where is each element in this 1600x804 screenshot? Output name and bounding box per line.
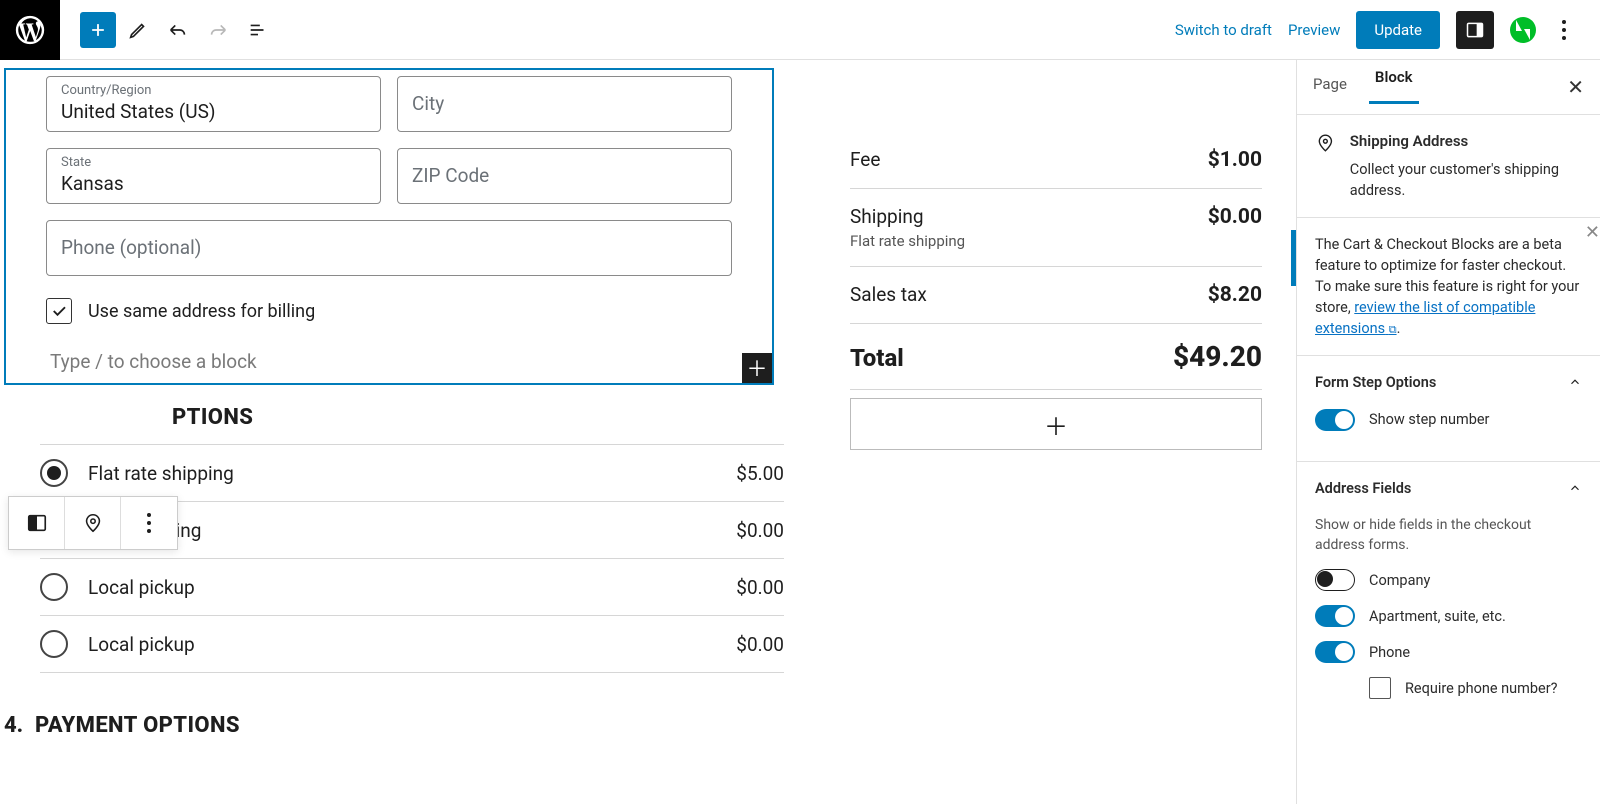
- shipping-options-heading: PTIONS: [172, 405, 784, 430]
- block-description-panel: Shipping Address Collect your customer's…: [1297, 115, 1600, 218]
- block-more-options[interactable]: [121, 497, 177, 549]
- fee-amount: $1.00: [1208, 148, 1262, 172]
- company-label: Company: [1369, 570, 1430, 591]
- zip-field[interactable]: ZIP Code: [397, 148, 732, 204]
- editor-canvas: Country/Region United States (US) City S…: [0, 60, 1296, 804]
- shipping-option-row[interactable]: Local pickup $0.00: [40, 616, 784, 673]
- inline-add-block-button[interactable]: ＋: [742, 353, 772, 383]
- same-address-checkbox[interactable]: [46, 298, 72, 324]
- shipping-option-row[interactable]: Flat rate shipping $5.00: [40, 444, 784, 502]
- show-step-number-toggle[interactable]: [1315, 409, 1355, 431]
- list-view-button[interactable]: [240, 12, 276, 48]
- total-amount: $49.20: [1173, 340, 1262, 373]
- shipping-option-price: $0.00: [736, 633, 784, 656]
- close-sidebar-button[interactable]: ✕: [1567, 75, 1584, 99]
- sidebar-tabs: Page Block ✕: [1297, 60, 1600, 115]
- shipping-sublabel: Flat rate shipping: [850, 232, 965, 250]
- settings-sidebar: Page Block ✕ Shipping Address Collect yo…: [1296, 60, 1600, 804]
- chevron-up-icon: [1568, 481, 1582, 495]
- tax-amount: $8.20: [1208, 283, 1262, 307]
- state-field[interactable]: State Kansas: [46, 148, 381, 204]
- block-description: Collect your customer's shipping address…: [1350, 159, 1582, 201]
- shipping-option-radio[interactable]: [40, 630, 68, 658]
- shipping-option-radio[interactable]: [40, 573, 68, 601]
- shipping-option-row[interactable]: Local pickup $0.00: [40, 559, 784, 616]
- notice-tail: .: [1397, 320, 1401, 337]
- block-inserter-prompt[interactable]: Type / to choose a block: [50, 350, 257, 373]
- country-value: United States (US): [61, 100, 366, 123]
- tab-page[interactable]: Page: [1313, 75, 1347, 99]
- chevron-up-icon: [1568, 375, 1582, 389]
- company-toggle[interactable]: [1315, 569, 1355, 591]
- city-placeholder: City: [412, 92, 717, 115]
- shipping-label: Shipping: [850, 205, 924, 228]
- location-icon[interactable]: [65, 497, 121, 549]
- address-fields-panel: Address Fields Show or hide fields in th…: [1297, 462, 1600, 716]
- beta-notice: ✕ The Cart & Checkout Blocks are a beta …: [1297, 218, 1600, 356]
- same-address-label: Use same address for billing: [88, 301, 315, 322]
- step-number-4: 4.: [4, 713, 23, 738]
- show-step-number-label: Show step number: [1369, 409, 1489, 430]
- wordpress-logo[interactable]: [0, 0, 60, 60]
- add-block-button[interactable]: [80, 12, 116, 48]
- switch-to-draft-link[interactable]: Switch to draft: [1175, 21, 1272, 39]
- block-type-icon[interactable]: [9, 497, 65, 549]
- form-step-options-toggle[interactable]: Form Step Options: [1315, 372, 1582, 393]
- phone-field[interactable]: Phone (optional): [46, 220, 732, 276]
- tab-block[interactable]: Block: [1375, 68, 1413, 107]
- state-label: State: [61, 155, 366, 170]
- phone-placeholder: Phone (optional): [61, 236, 717, 259]
- settings-sidebar-toggle[interactable]: [1456, 11, 1494, 49]
- payment-heading-text: PAYMENT OPTIONS: [35, 713, 240, 738]
- total-label: Total: [850, 344, 904, 372]
- city-field[interactable]: City: [397, 76, 732, 132]
- block-floating-toolbar: [8, 496, 178, 550]
- redo-button[interactable]: [200, 12, 236, 48]
- require-phone-checkbox[interactable]: [1369, 677, 1391, 699]
- shipping-option-price: $0.00: [736, 576, 784, 599]
- jetpack-icon[interactable]: [1510, 17, 1536, 43]
- shipping-option-radio[interactable]: [40, 459, 68, 487]
- payment-options-heading: 4. PAYMENT OPTIONS: [0, 673, 1296, 738]
- country-field[interactable]: Country/Region United States (US): [46, 76, 381, 132]
- apartment-toggle[interactable]: [1315, 605, 1355, 627]
- shipping-amount: $0.00: [1208, 205, 1262, 229]
- undo-button[interactable]: [160, 12, 196, 48]
- fee-label: Fee: [850, 148, 880, 171]
- block-title: Shipping Address: [1350, 131, 1582, 153]
- update-button[interactable]: Update: [1356, 11, 1440, 49]
- location-icon: [1315, 131, 1336, 155]
- shipping-option-label: Local pickup: [88, 576, 195, 599]
- shipping-option-label: Local pickup: [88, 633, 195, 656]
- apartment-label: Apartment, suite, etc.: [1369, 606, 1506, 627]
- preview-link[interactable]: Preview: [1288, 21, 1340, 39]
- state-value: Kansas: [61, 172, 366, 195]
- address-fields-help: Show or hide fields in the checkout addr…: [1315, 515, 1582, 556]
- shipping-address-block[interactable]: Country/Region United States (US) City S…: [4, 68, 774, 385]
- form-step-options-panel: Form Step Options Show step number: [1297, 356, 1600, 462]
- zip-placeholder: ZIP Code: [412, 164, 717, 187]
- external-link-icon: ⧉: [1389, 323, 1397, 336]
- country-label: Country/Region: [61, 83, 366, 98]
- editor-top-toolbar: Switch to draft Preview Update: [0, 0, 1600, 60]
- tax-label: Sales tax: [850, 283, 927, 306]
- phone-toggle-label: Phone: [1369, 642, 1410, 663]
- summary-add-block-button[interactable]: ＋: [850, 398, 1262, 450]
- address-fields-toggle[interactable]: Address Fields: [1315, 478, 1582, 499]
- dismiss-notice-button[interactable]: ✕: [1585, 220, 1600, 246]
- require-phone-label: Require phone number?: [1405, 678, 1557, 699]
- shipping-option-price: $5.00: [736, 462, 784, 485]
- shipping-option-label: Flat rate shipping: [88, 462, 234, 485]
- more-options-button[interactable]: [1552, 18, 1576, 42]
- phone-toggle[interactable]: [1315, 641, 1355, 663]
- order-summary: Fee $1.00 Shipping Flat rate shipping $0…: [850, 132, 1262, 450]
- shipping-option-price: $0.00: [736, 519, 784, 542]
- edit-tool-button[interactable]: [120, 12, 156, 48]
